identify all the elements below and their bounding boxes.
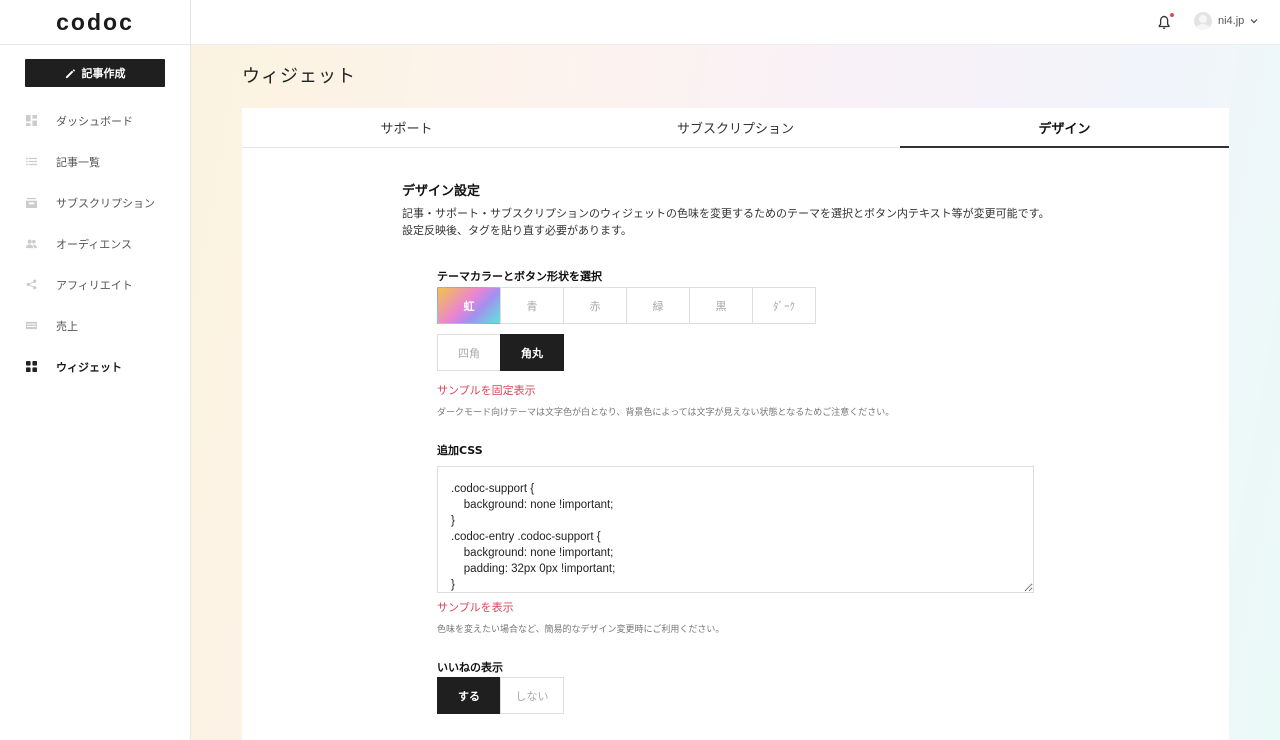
notification-badge	[1170, 13, 1174, 17]
like-option-on[interactable]: する	[437, 677, 501, 714]
color-option-black[interactable]: 黒	[689, 287, 753, 324]
color-option-dark[interactable]: ﾀﾞｰｸ	[752, 287, 816, 324]
shape-option-square[interactable]: 四角	[437, 334, 501, 371]
sample-link[interactable]: サンプルを表示	[437, 599, 514, 615]
tab-design[interactable]: デザイン	[900, 108, 1229, 148]
sidebar-item-affiliate[interactable]: アフィリエイト	[0, 264, 190, 305]
sidebar-item-label: 記事一覧	[56, 155, 100, 169]
sidebar-item-label: サブスクリプション	[56, 196, 155, 210]
audience-icon	[26, 238, 37, 249]
sidebar-item-label: ウィジェット	[56, 360, 122, 374]
chevron-down-icon	[1250, 19, 1258, 24]
sidebar-item-widget[interactable]: ウィジェット	[0, 346, 190, 387]
widget-settings-card: サポート サブスクリプション デザイン デザイン設定 記事・サポート・サブスクリ…	[242, 108, 1229, 740]
additional-css-textarea[interactable]: .codoc-support { background: none !impor…	[437, 466, 1034, 593]
write-article-label: 記事作成	[81, 67, 126, 80]
color-option-blue[interactable]: 青	[500, 287, 564, 324]
description-line-2: 設定反映後、タグを貼り直す必要があります。	[402, 224, 632, 237]
color-option-rainbow[interactable]: 虹	[437, 287, 501, 324]
list-icon	[26, 156, 37, 167]
theme-label: テーマカラーとボタン形状を選択	[437, 270, 602, 283]
share-icon	[26, 279, 37, 290]
sidebar-item-label: ダッシュボード	[56, 114, 133, 128]
dark-mode-note: ダークモード向けテーマは文字色が白となり、背景色によっては文字が見えない状態とな…	[437, 408, 895, 418]
write-article-button[interactable]: 記事作成	[25, 59, 165, 87]
pencil-icon	[65, 68, 75, 78]
codoc-logo[interactable]: codoc	[0, 0, 190, 45]
dashboard-icon	[26, 115, 37, 126]
shape-option-rounded[interactable]: 角丸	[500, 334, 564, 371]
like-display-selector: する しない	[437, 677, 564, 714]
color-option-green[interactable]: 緑	[626, 287, 690, 324]
sidebar: codoc 記事作成 ダッシュボード 記事一覧 サブスクリプション オーディエン…	[0, 0, 191, 740]
notification-button[interactable]	[1158, 13, 1174, 31]
design-settings-title: デザイン設定	[402, 184, 481, 199]
button-shape-selector: 四角 角丸	[437, 334, 564, 371]
tab-subscription[interactable]: サブスクリプション	[571, 108, 900, 147]
tab-bar: サポート サブスクリプション デザイン	[242, 108, 1229, 148]
css-note: 色味を変えたい場合など、簡易的なデザイン変更時にご利用ください。	[437, 625, 725, 635]
page-title: ウィジェット	[242, 66, 356, 87]
sales-icon	[26, 320, 37, 331]
widget-icon	[26, 361, 37, 372]
subscription-icon	[26, 197, 37, 208]
main-content: ウィジェット サポート サブスクリプション デザイン デザイン設定 記事・サポー…	[191, 45, 1280, 740]
sidebar-item-label: 売上	[56, 319, 78, 333]
color-option-red[interactable]: 赤	[563, 287, 627, 324]
design-settings-description: 記事・サポート・サブスクリプションのウィジェットの色味を変更するためのテーマを選…	[402, 205, 1102, 239]
sidebar-item-subscription[interactable]: サブスクリプション	[0, 182, 190, 223]
sidebar-nav: ダッシュボード 記事一覧 サブスクリプション オーディエンス アフィリエイト 売…	[0, 100, 190, 387]
sidebar-item-sales[interactable]: 売上	[0, 305, 190, 346]
top-bar: ni4.jp	[191, 0, 1280, 45]
sidebar-item-articles[interactable]: 記事一覧	[0, 141, 190, 182]
like-label: いいねの表示	[437, 661, 503, 674]
sidebar-item-label: オーディエンス	[56, 237, 133, 251]
sidebar-item-label: アフィリエイト	[56, 278, 133, 292]
css-label: 追加CSS	[437, 444, 483, 457]
tab-support[interactable]: サポート	[242, 108, 571, 147]
theme-color-selector: 虹 青 赤 緑 黒 ﾀﾞｰｸ	[437, 287, 816, 324]
description-line-1: 記事・サポート・サブスクリプションのウィジェットの色味を変更するためのテーマを選…	[402, 207, 1050, 220]
user-menu[interactable]: ni4.jp	[1194, 12, 1258, 30]
avatar	[1194, 12, 1212, 30]
sample-fixed-link[interactable]: サンプルを固定表示	[437, 382, 536, 398]
bell-icon	[1158, 15, 1170, 29]
user-name: ni4.jp	[1218, 15, 1245, 27]
sidebar-item-audience[interactable]: オーディエンス	[0, 223, 190, 264]
sidebar-item-dashboard[interactable]: ダッシュボード	[0, 100, 190, 141]
like-option-off[interactable]: しない	[500, 677, 564, 714]
